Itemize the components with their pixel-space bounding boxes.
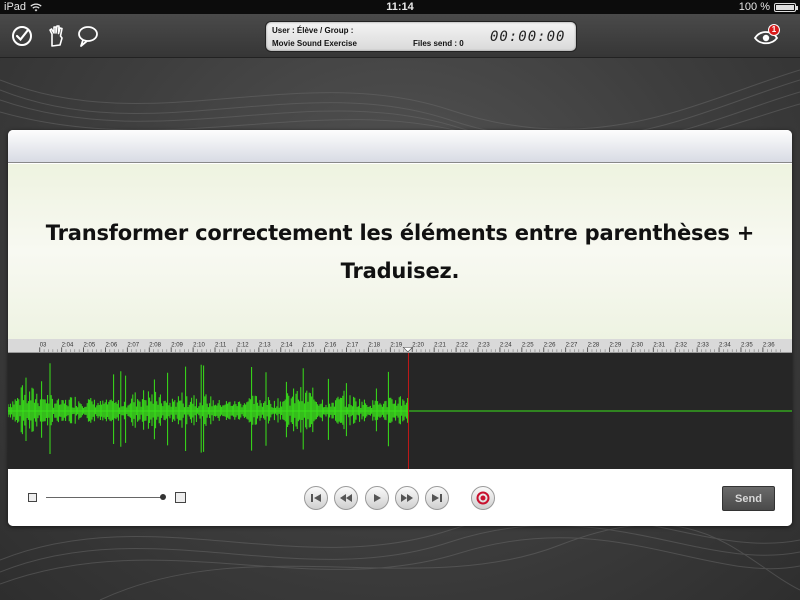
skip-to-end-icon	[432, 494, 442, 502]
files-sent-count: Files send : 0	[413, 39, 464, 48]
ruler-tick-label: 2:23	[478, 342, 490, 348]
volume-slider-knob[interactable]	[160, 494, 166, 500]
group-name: Movie Sound Exercise	[272, 39, 357, 48]
record-icon	[476, 491, 490, 505]
video-frame: Transformer correctement les éléments en…	[8, 164, 792, 339]
ruler-tick-label: 2:17	[347, 342, 359, 348]
ruler-tick-label: 2:30	[631, 342, 643, 348]
status-time: 11:14	[386, 1, 414, 13]
ruler-tick-label: 2:07	[127, 342, 139, 348]
rewind-button[interactable]	[334, 486, 358, 510]
ruler-tick-label: 2:20	[412, 342, 424, 348]
ruler-tick-label: 2:36	[763, 342, 775, 348]
audio-timeline[interactable]: 03 2:04 2:05 2:06 2:07 2:08 2:09 2:10 2:11 2:12 2:…	[8, 339, 792, 469]
ruler-tick-label: 2:05	[84, 342, 96, 348]
ruler-tick-label: 2:25	[522, 342, 534, 348]
status-right: 100 %	[738, 0, 798, 14]
ruler-tick-label: 2:04	[62, 342, 74, 348]
top-toolbar: User : Élève / Group : Movie Sound Exerc…	[0, 14, 800, 58]
ruler-tick-label: 2:22	[456, 342, 468, 348]
ruler-tick-label: 2:33	[697, 342, 709, 348]
ruler-tick-label: 2:27	[566, 342, 578, 348]
eye-notification-icon[interactable]: 1	[752, 24, 782, 48]
ruler-tick-label: 2:28	[588, 342, 600, 348]
ruler-tick-label: 2:21	[434, 342, 446, 348]
play-button[interactable]	[365, 486, 389, 510]
skip-to-start-icon	[311, 494, 321, 502]
ruler-tick-label: 2:12	[237, 342, 249, 348]
notification-badge: 1	[768, 24, 780, 36]
ruler-tick-label: 2:34	[719, 342, 731, 348]
fast-forward-button[interactable]	[395, 486, 419, 510]
video-caption: Transformer correctement les éléments en…	[45, 220, 755, 283]
rewind-icon	[340, 494, 352, 502]
ruler-tick-label: 2:14	[281, 342, 293, 348]
waveform-track[interactable]	[8, 353, 792, 469]
ruler-tick-label: 2:09	[171, 342, 183, 348]
ruler-tick-label: 2:16	[325, 342, 337, 348]
ruler-tick-label: 2:10	[193, 342, 205, 348]
ruler-tick-label: 2:19	[390, 342, 402, 348]
ruler-tick-label: 2:32	[675, 342, 687, 348]
speech-bubble-icon[interactable]	[76, 24, 100, 48]
ruler-tick-label: 2:26	[544, 342, 556, 348]
ruler-tick-label: 2:18	[368, 342, 380, 348]
status-bar: iPad 11:14 100 %	[0, 0, 800, 14]
play-icon	[374, 494, 381, 502]
session-info-panel: User : Élève / Group : Movie Sound Exerc…	[265, 21, 577, 52]
user-group-label: User : Élève / Group :	[272, 26, 354, 35]
playhead-marker[interactable]	[402, 347, 414, 352]
volume-slider[interactable]	[46, 497, 164, 498]
ruler-tick-label: 2:24	[500, 342, 512, 348]
exercise-card: Transformer correctement les éléments en…	[8, 130, 792, 526]
volume-low-icon	[28, 493, 37, 502]
playback-controls: Send	[8, 469, 792, 526]
battery-icon	[774, 2, 798, 12]
fast-forward-icon	[401, 494, 413, 502]
battery-percent: 100 %	[738, 1, 770, 13]
ruler-tick-label: 03	[40, 342, 47, 348]
ruler-tick-label: 2:13	[259, 342, 271, 348]
ruler-tick-label: 2:08	[149, 342, 161, 348]
time-ruler[interactable]: 03 2:04 2:05 2:06 2:07 2:08 2:09 2:10 2:11 2:12 2:…	[8, 339, 792, 353]
skip-to-end-button[interactable]	[425, 486, 449, 510]
volume-high-icon	[175, 492, 186, 503]
ruler-tick-label: 2:29	[609, 342, 621, 348]
audio-waveform	[8, 363, 409, 454]
ruler-tick-label: 2:31	[653, 342, 665, 348]
card-header	[8, 130, 792, 163]
ruler-tick-label: 2:15	[303, 342, 315, 348]
ruler-tick-label: 2:11	[215, 342, 227, 348]
record-button[interactable]	[471, 486, 495, 510]
send-button[interactable]: Send	[722, 486, 775, 511]
recording-timer: 00:00:00	[490, 29, 566, 45]
ruler-tick-label: 2:35	[741, 342, 753, 348]
checkmark-pen-icon[interactable]	[10, 24, 34, 48]
hand-icon[interactable]	[44, 24, 68, 48]
ruler-tick-label: 2:06	[105, 342, 117, 348]
skip-to-start-button[interactable]	[304, 486, 328, 510]
